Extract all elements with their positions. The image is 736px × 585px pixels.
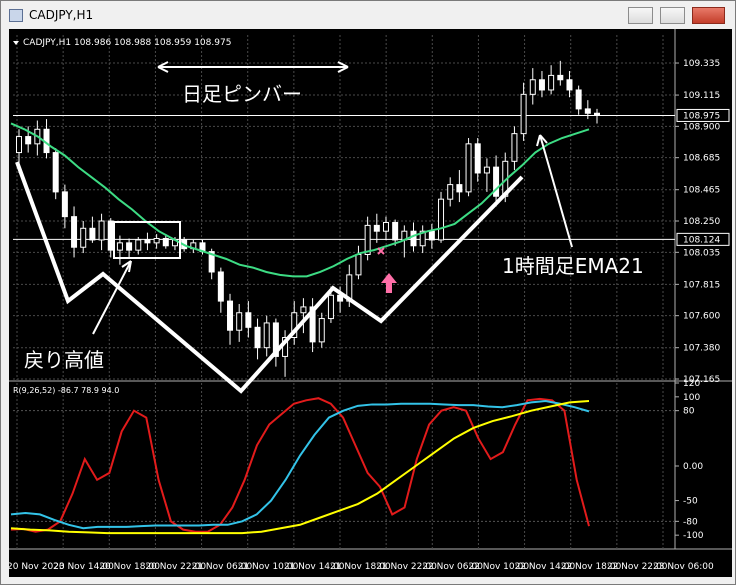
- candle-body: [16, 136, 22, 154]
- candle-body: [263, 322, 270, 349]
- chart-app-icon: [9, 9, 23, 22]
- candle-body: [135, 239, 142, 251]
- candle-body: [327, 294, 334, 320]
- annotation-pullback-high: 戻り高値: [24, 348, 104, 372]
- y-tick-label: 108.900: [683, 122, 720, 132]
- osc-y-tick-label: -80: [683, 517, 698, 527]
- candle-body: [71, 216, 78, 248]
- candle-body: [447, 184, 454, 200]
- oscillator-title: R(9,26,52) -86.7 78.9 94.0: [13, 386, 119, 395]
- y-tick-label: 107.600: [683, 312, 720, 322]
- candle-body: [116, 242, 123, 251]
- candle-body: [511, 133, 518, 162]
- candle-body: [575, 89, 582, 110]
- candle-body: [236, 312, 243, 331]
- buy-signal-arrow-icon: [381, 273, 397, 293]
- candle-body: [126, 242, 133, 251]
- chart-window: CADJPY,H1 20 Nov 2023 20 Nov 14:00 20 Nov …: [0, 0, 736, 585]
- y-tick-label: 109.335: [683, 59, 720, 69]
- x-tick-label: 23 Nov 06:00: [653, 562, 714, 572]
- candle-body: [80, 227, 87, 248]
- chart-title: CADJPY,H1 108.986 108.988 108.959 108.97…: [23, 38, 231, 48]
- osc-y-tick-label: 100: [683, 393, 700, 403]
- candle-body: [520, 93, 527, 135]
- candle-body: [25, 136, 32, 145]
- candle-body: [566, 79, 573, 91]
- candle-body: [355, 254, 362, 276]
- candle-body: [227, 300, 234, 331]
- candle-body: [438, 198, 445, 241]
- candle-body: [89, 227, 96, 241]
- y-tick-label: 108.685: [683, 154, 720, 164]
- candle-body: [107, 220, 114, 251]
- oscillator-line-R52: [10, 399, 590, 535]
- y-tick-label: 108.035: [683, 248, 720, 258]
- candle-body: [483, 166, 490, 174]
- candle-body: [474, 143, 481, 174]
- candle-body: [300, 306, 307, 314]
- candle-body: [392, 221, 399, 241]
- window-title: CADJPY,H1: [29, 8, 94, 22]
- candle-body: [373, 224, 380, 232]
- candle-body: [529, 79, 536, 95]
- candle-body: [245, 312, 252, 328]
- osc-y-tick-label: 120: [683, 379, 700, 389]
- candle-body: [318, 318, 325, 343]
- candle-body: [410, 230, 417, 247]
- y-tick-label: 107.815: [683, 280, 720, 290]
- osc-y-tick-label: -50: [683, 497, 698, 507]
- pullback-arrow: [92, 260, 132, 335]
- chart-menu-icon: [13, 41, 19, 45]
- candle-body: [538, 79, 545, 91]
- candle-body: [382, 221, 389, 232]
- candle-body: [557, 74, 564, 81]
- price-label: 108.124: [683, 235, 720, 245]
- signal-cross-icon: [377, 247, 385, 255]
- candle-body: [144, 239, 151, 244]
- title-bar[interactable]: CADJPY,H1: [1, 1, 735, 29]
- candle-body: [254, 326, 261, 349]
- candle-body: [217, 271, 224, 302]
- candle-body: [594, 112, 600, 116]
- candle-body: [61, 191, 68, 218]
- candle-body: [465, 143, 472, 193]
- y-tick-label: 109.115: [683, 91, 720, 101]
- maximize-button[interactable]: [660, 7, 685, 24]
- ema-arrow: [539, 134, 573, 248]
- y-tick-label: 107.380: [683, 344, 720, 354]
- osc-y-tick-label: 0.00: [683, 462, 703, 472]
- annotation-pinbar: 日足ピンバー: [182, 82, 302, 106]
- chart-plot-area[interactable]: 20 Nov 2023 20 Nov 14:00 20 Nov 18:00 20 No…: [9, 29, 732, 577]
- osc-y-tick-label: -100: [683, 531, 704, 541]
- candle-body: [456, 184, 463, 193]
- osc-y-tick-label: 80: [683, 407, 695, 417]
- oscillator-line-R26: [10, 399, 590, 530]
- candle-body: [52, 152, 59, 193]
- minimize-button[interactable]: [628, 7, 653, 24]
- candle-body: [98, 220, 105, 241]
- price-label: 108.975: [683, 111, 720, 121]
- candle-body: [162, 237, 169, 247]
- y-tick-label: 108.250: [683, 217, 720, 227]
- candle-body: [153, 237, 160, 244]
- y-tick-label: 108.465: [683, 186, 720, 196]
- annotation-ema21: 1時間足EMA21: [502, 254, 644, 278]
- candle-body: [584, 108, 591, 114]
- chart-svg: 20 Nov 202320 Nov 14:0020 Nov 18:0020 No…: [9, 29, 732, 572]
- candle-body: [428, 230, 435, 241]
- candle-body: [548, 74, 555, 91]
- close-button[interactable]: [692, 7, 725, 24]
